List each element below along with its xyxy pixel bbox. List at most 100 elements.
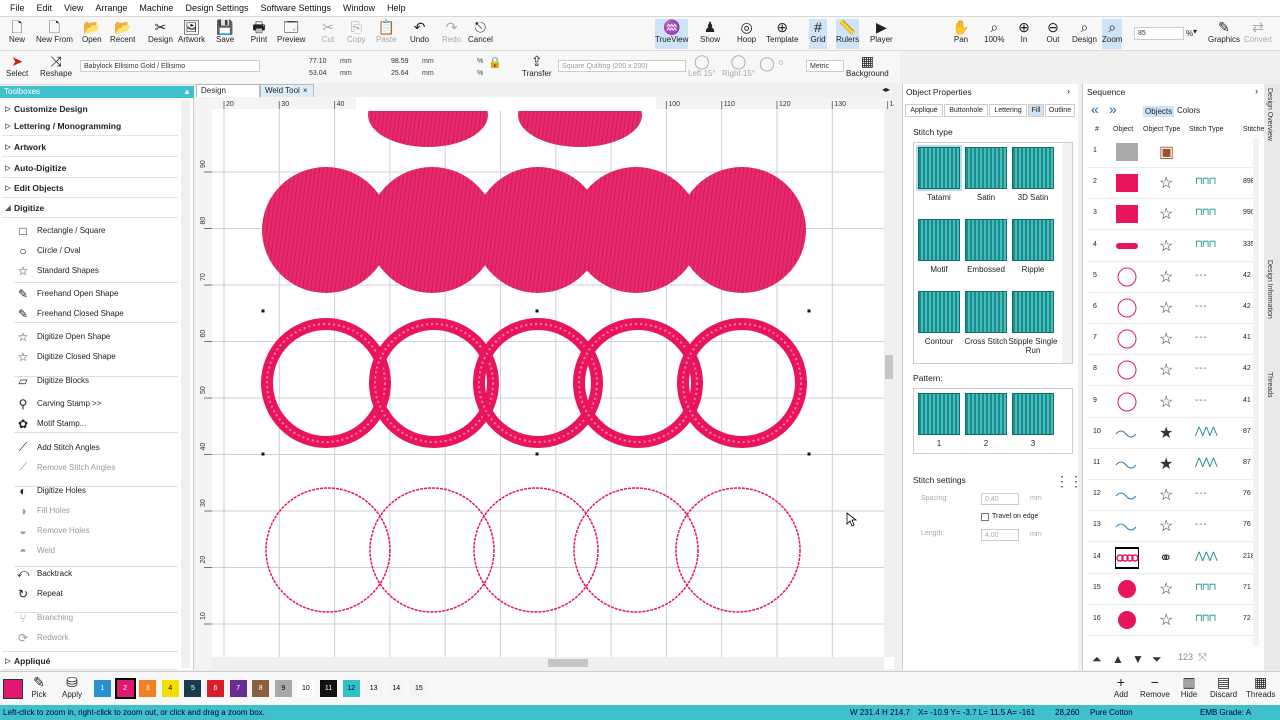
transfer-button[interactable]: ⇪ Transfer [522, 53, 552, 83]
stitch-type-satin[interactable] [965, 147, 1007, 189]
tool-digitize-blocks[interactable]: ▱ Digitize Blocks [14, 371, 178, 390]
canvas-hscroll-thumb[interactable] [548, 659, 588, 667]
pick-button[interactable]: ✎ Pick [30, 674, 48, 704]
discard-color-button[interactable]: ▤ Discard [1210, 674, 1237, 704]
sequence-collapse-icon[interactable]: › [1255, 86, 1258, 96]
sequence-row[interactable]: 15 ☆ ⊓⊓⊓ 71 [1087, 574, 1259, 605]
toolbar-redo-button[interactable]: ↷ Redo [442, 19, 461, 49]
outline-circle-shape[interactable] [369, 487, 495, 613]
toolbar-design-button[interactable]: ✂ Design [148, 19, 173, 49]
doc-tab-weld-tool[interactable]: Weld Tool × [260, 84, 314, 97]
menu-file[interactable]: File [4, 3, 31, 13]
color-swatch-1[interactable]: 1 [94, 680, 111, 697]
color-swatch-11[interactable]: 11 [320, 680, 337, 697]
prop-tab-outline[interactable]: Outline [1045, 104, 1075, 117]
move-first-icon[interactable]: ⏶ [1092, 652, 1102, 667]
sequence-row[interactable]: 5 ☆ - - - 42 [1087, 262, 1259, 293]
sequence-row[interactable]: 8 ☆ - - - 42 [1087, 355, 1259, 387]
y-field[interactable]: 53.04 [306, 68, 338, 80]
menu-edit[interactable]: Edit [31, 3, 59, 13]
tool-branching[interactable]: ⑂ Branching [14, 608, 178, 627]
pattern-3[interactable] [1012, 393, 1054, 435]
color-swatch-4[interactable]: 4 [161, 680, 179, 697]
x-field[interactable]: 77.10 [306, 56, 338, 68]
tool-weld[interactable]: ◓ Weld [14, 541, 178, 560]
toolbar-artwork-button[interactable]: 🖼 Artwork [178, 19, 205, 49]
sequence-row[interactable]: 16 ☆ ⊓⊓⊓ 72 [1087, 605, 1259, 636]
sequence-tab-objects[interactable]: Objects [1143, 106, 1175, 117]
right-angle-button[interactable]: ◯ Right 15° [722, 53, 755, 83]
color-swatch-6[interactable]: 6 [207, 680, 224, 697]
lock-proportion-button[interactable]: 🔒 [486, 55, 504, 85]
sequence-tools-icon[interactable]: ⤧ [1198, 652, 1207, 665]
toolbox-group-edit-objects[interactable]: ▷ Edit Objects [2, 179, 178, 198]
pattern-1[interactable] [918, 393, 960, 435]
travel-on-edge-checkbox[interactable] [981, 513, 989, 521]
outline-circle-shape[interactable] [473, 487, 599, 613]
color-swatch-10[interactable]: 10 [297, 680, 315, 697]
color-swatch-15[interactable]: 15 [410, 680, 428, 697]
sequence-row[interactable]: 9 ☆ - - - 41 [1087, 387, 1259, 418]
menu-window[interactable]: Window [337, 3, 381, 13]
zoom-dropdown-icon[interactable]: ▾ [1193, 27, 1197, 36]
tool-freehand-open-shape[interactable]: ✎ Freehand Open Shape [14, 284, 178, 303]
thread-name-field[interactable]: Babylock Ellisimo Gold / Ellisimo [80, 60, 260, 72]
toolbar-paste-button[interactable]: 📋 Paste [376, 19, 396, 49]
tool-standard-shapes[interactable]: ☆ Standard Shapes [14, 261, 178, 280]
outline-circle-shape[interactable] [675, 487, 801, 613]
tool-digitize-closed-shape[interactable]: ☆ Digitize Closed Shape [14, 347, 178, 366]
toolbar-pan-button[interactable]: ✋ Pan [952, 19, 970, 49]
toolbar-in-button[interactable]: ⊕ In [1015, 19, 1033, 49]
toolbar-100--button[interactable]: ⌕ 100% [984, 19, 1004, 49]
sequence-row[interactable]: 11 ★ ⋀⋀⋀ 87 [1087, 449, 1259, 480]
height-field[interactable]: 25.64 [388, 68, 420, 80]
tabs-scroll-icon[interactable]: ◂▸ [882, 85, 890, 94]
toolbar-new-button[interactable]: 🗋 New [8, 19, 26, 49]
toolbar-design-button[interactable]: ⌕ Design [1072, 19, 1097, 49]
color-swatch-5[interactable]: 5 [184, 680, 202, 697]
toolbar-hoop-button[interactable]: ◎ Hoop [737, 19, 756, 49]
tool-circle-oval[interactable]: ○ Circle / Oval [14, 241, 178, 260]
menu-design-settings[interactable]: Design Settings [179, 3, 254, 13]
color-swatch-7[interactable]: 7 [229, 680, 247, 697]
menu-arrange[interactable]: Arrange [89, 3, 133, 13]
sequence-row[interactable]: 12 ☆ - - - 76 [1087, 480, 1259, 512]
color-swatch-3[interactable]: 3 [139, 680, 157, 697]
doc-tab-design-library[interactable]: Design Library× [196, 84, 260, 107]
outline-circle-shape[interactable] [573, 487, 699, 613]
canvas-vscroll[interactable] [884, 109, 894, 657]
toolboxes-scrollbar[interactable] [181, 100, 190, 668]
selection-handle[interactable] [807, 309, 811, 313]
color-swatch-14[interactable]: 14 [387, 680, 405, 697]
stitch-type-ripple[interactable] [1012, 219, 1054, 261]
toolbar-save-button[interactable]: 💾 Save [216, 19, 234, 49]
sequence-row[interactable]: 1 ▣ [1087, 137, 1259, 168]
color-swatch-2[interactable]: 2 [114, 678, 136, 699]
toolbar-graphics-button[interactable]: ✎ Graphics [1208, 19, 1240, 49]
sequence-row[interactable]: 3 ☆ ⊓⊓⊓ 990 [1087, 199, 1259, 231]
angle-zero-button[interactable]: ◯ [758, 55, 776, 85]
design-canvas[interactable]: 2030405060708090100110120130140908070605… [196, 97, 894, 669]
toolbar-new-from-button[interactable]: 🗋 New From [36, 19, 73, 49]
sequence-row[interactable]: 10 ★ ⋀⋀⋀ 87 [1087, 418, 1259, 449]
toolbar-zoom-button[interactable]: ⌕ Zoom [1102, 19, 1123, 49]
selection-handle[interactable] [261, 309, 265, 313]
sequence-row[interactable]: 6 ☆ - - - 42 [1087, 293, 1259, 324]
spacing-field[interactable]: 0.40 [981, 493, 1019, 505]
sequence-row[interactable]: 4 ☆ ⊓⊓⊓ 335 [1087, 231, 1259, 262]
move-last-icon[interactable]: ⏷ [1152, 652, 1162, 667]
tool-digitize-open-shape[interactable]: ☆ Digitize Open Shape [14, 327, 178, 346]
selection-handle[interactable] [807, 452, 811, 456]
tool-repeat[interactable]: ↻ Repeat [14, 584, 178, 603]
prop-tab-fill[interactable]: Fill [1028, 104, 1044, 117]
toolbar-copy-button[interactable]: ⎘ Copy [347, 19, 366, 49]
toolbar-player-button[interactable]: ▶ Player [870, 19, 893, 49]
filled-circle-shape[interactable] [678, 167, 806, 293]
toolbar-cut-button[interactable]: ✂ Cut [319, 19, 337, 49]
properties-collapse-icon[interactable]: › [1067, 86, 1070, 96]
stitch-count-badge[interactable]: 123 [1178, 652, 1193, 662]
stitch-type-motif[interactable] [918, 219, 960, 261]
unit-select[interactable]: Metric [806, 60, 844, 72]
remove-color-button[interactable]: − Remove [1140, 674, 1170, 704]
left-angle-button[interactable]: ◯ Left 15° [688, 53, 716, 83]
